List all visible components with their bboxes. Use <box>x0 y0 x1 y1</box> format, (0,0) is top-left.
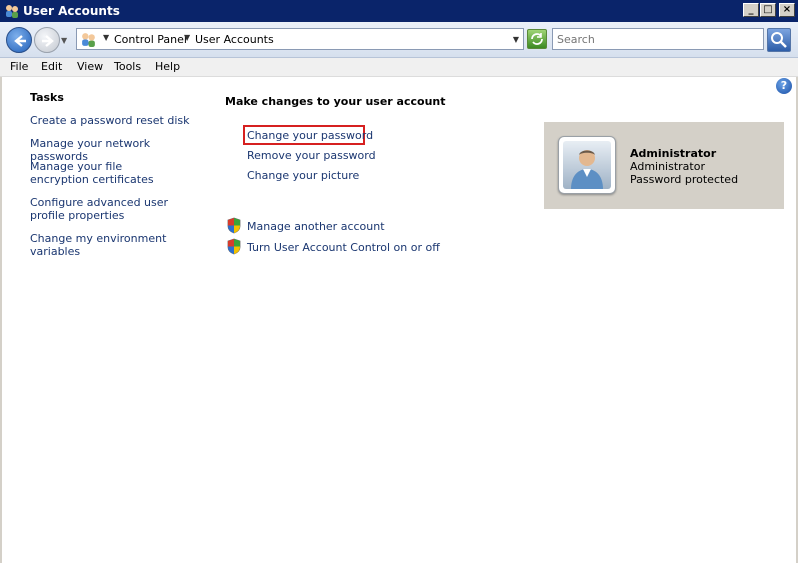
maximize-button[interactable]: □ <box>760 3 776 17</box>
user-accounts-app-icon <box>6 5 18 18</box>
manage-another-account-link[interactable]: Manage another account <box>247 220 385 233</box>
help-icon[interactable]: ? <box>776 78 792 94</box>
account-name: Administrator <box>630 147 717 160</box>
refresh-button[interactable] <box>527 29 547 49</box>
breadcrumb-chevron-icon[interactable]: ▼ <box>184 33 190 42</box>
close-button[interactable]: × <box>779 3 795 17</box>
remove-password-link[interactable]: Remove your password <box>247 149 376 162</box>
menu-file[interactable]: File <box>10 60 28 73</box>
account-status: Password protected <box>630 173 739 186</box>
control-panel-icon <box>82 33 95 47</box>
history-dropdown-icon[interactable]: ▼ <box>61 36 67 45</box>
menu-tools[interactable]: Tools <box>114 60 141 73</box>
back-arrow-icon <box>14 35 26 47</box>
change-picture-link[interactable]: Change your picture <box>247 169 359 182</box>
breadcrumb-control-panel[interactable]: Control Panel <box>114 33 187 46</box>
avatar <box>558 136 616 194</box>
turn-uac-on-off-link[interactable]: Turn User Account Control on or off <box>247 241 440 254</box>
account-card: Administrator Administrator Password pro… <box>544 122 784 209</box>
tasks-heading: Tasks <box>30 91 64 104</box>
user-avatar-icon <box>571 150 603 189</box>
breadcrumb-user-accounts[interactable]: User Accounts <box>195 33 274 46</box>
menu-view[interactable]: View <box>77 60 103 73</box>
task-configure-advanced-profile[interactable]: Configure advanced user profile properti… <box>30 196 200 222</box>
account-type: Administrator <box>630 160 705 173</box>
search-icon <box>771 32 787 48</box>
forward-button[interactable] <box>34 27 60 53</box>
search-button[interactable] <box>767 28 791 52</box>
navigation-bar: ▼ ▼ Control Panel ▼ User Accounts ▼ <box>0 22 798 58</box>
search-input[interactable] <box>552 28 764 50</box>
task-manage-file-encryption-certificates[interactable]: Manage your file encryption certificates <box>30 160 180 186</box>
page-title: Make changes to your user account <box>225 95 446 108</box>
refresh-icon <box>531 33 543 45</box>
menu-edit[interactable]: Edit <box>41 60 62 73</box>
back-button[interactable] <box>6 27 32 53</box>
forward-arrow-icon <box>42 35 54 47</box>
address-dropdown-icon[interactable]: ▼ <box>513 35 519 44</box>
change-password-link[interactable]: Change your password <box>247 129 373 142</box>
breadcrumb-chevron-icon[interactable]: ▼ <box>103 33 109 42</box>
address-bar[interactable]: ▼ Control Panel ▼ User Accounts ▼ <box>76 28 524 50</box>
window-title: User Accounts <box>23 4 120 18</box>
menu-help[interactable]: Help <box>155 60 180 73</box>
uac-shield-icon <box>227 217 241 234</box>
menu-bar: File Edit View Tools Help <box>0 58 798 77</box>
task-change-environment-variables[interactable]: Change my environment variables <box>30 232 210 258</box>
title-bar: User Accounts _ □ × <box>0 0 798 22</box>
uac-shield-icon <box>227 238 241 255</box>
task-create-password-reset-disk[interactable]: Create a password reset disk <box>30 114 210 127</box>
minimize-button[interactable]: _ <box>743 3 759 17</box>
